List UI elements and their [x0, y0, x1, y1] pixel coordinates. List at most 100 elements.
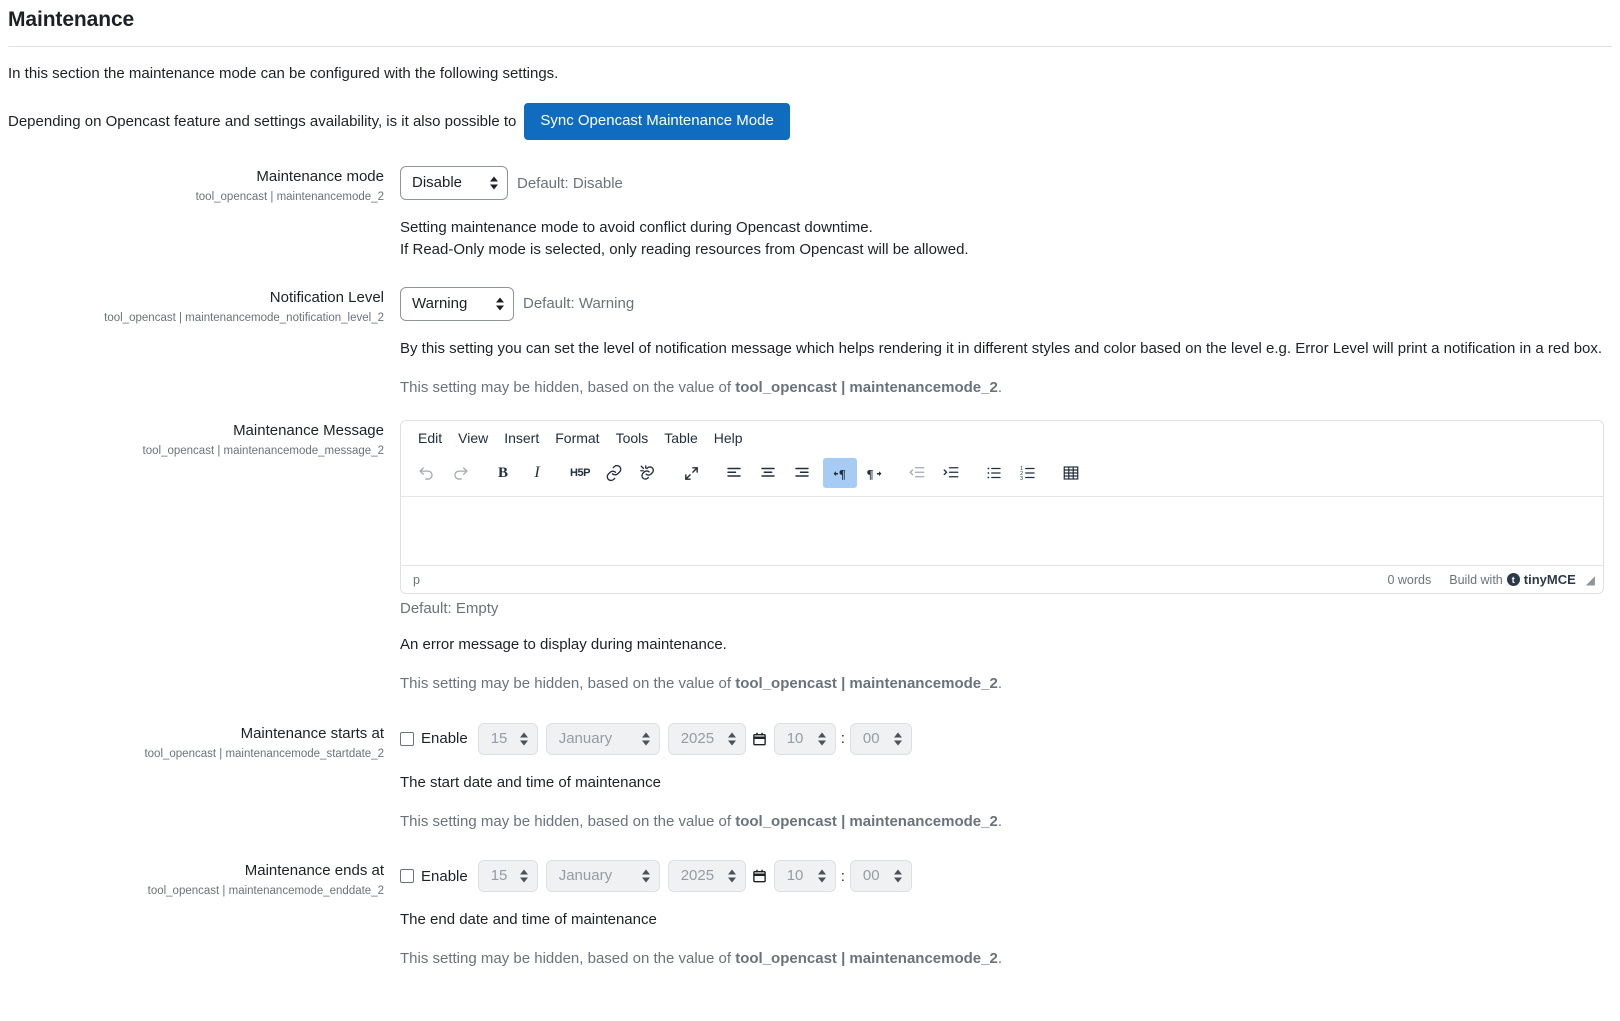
tinymce-content-area[interactable]: [401, 497, 1603, 566]
setting-label: Maintenance starts at: [240, 724, 384, 742]
redo-icon[interactable]: [443, 458, 477, 488]
page-title: Maintenance: [8, 8, 135, 31]
notification-level-select[interactable]: Warning: [400, 286, 514, 321]
end-hour-select-wrap: 10: [773, 860, 836, 893]
tinymce-logo-icon: t: [1506, 573, 1520, 587]
unlink-icon[interactable]: [631, 458, 665, 488]
setting-body: Enable 15 January 2025: [400, 860, 1612, 970]
h5p-icon[interactable]: H5P: [563, 458, 597, 488]
end-enable-checkbox-wrap[interactable]: Enable: [400, 868, 468, 885]
bold-glyph: B: [497, 464, 508, 481]
svg-text:¶: ¶: [838, 467, 845, 481]
maintenance-mode-select[interactable]: Disable: [400, 166, 508, 201]
calendar-icon[interactable]: [752, 868, 767, 884]
end-minute-select[interactable]: 00: [849, 860, 912, 893]
setting-label: Maintenance mode: [256, 168, 384, 186]
hidden-note-prefix: This setting may be hidden, based on the…: [400, 950, 736, 967]
title-divider: [8, 46, 1612, 47]
word-count: 0 words: [1387, 572, 1432, 587]
tinymce-menubar: Edit View Insert Format Tools Table Help: [401, 421, 1603, 455]
maintenance-settings-page: Maintenance In this section the maintena…: [0, 8, 1620, 970]
start-enable-checkbox[interactable]: [400, 731, 414, 746]
sync-opencast-maintenance-mode-button[interactable]: Sync Opencast Maintenance Mode: [524, 102, 790, 141]
italic-icon[interactable]: I: [520, 458, 554, 488]
menu-view[interactable]: View: [451, 426, 495, 450]
hidden-note-key: tool_opencast | maintenancemode_2: [735, 812, 998, 830]
table-icon[interactable]: [1054, 458, 1088, 488]
start-day-select[interactable]: 15: [477, 722, 538, 755]
start-year-select[interactable]: 2025: [667, 722, 746, 755]
setting-key: tool_opencast | maintenancemode_message_…: [142, 445, 384, 457]
menu-help[interactable]: Help: [707, 426, 750, 450]
start-enable-label: Enable: [421, 730, 468, 748]
control-line: Disable Default: Disable: [400, 166, 1604, 201]
setting-body: Edit View Insert Format Tools Table Help: [400, 420, 1612, 695]
time-separator: :: [840, 867, 845, 885]
intro-text: In this section the maintenance mode can…: [8, 65, 559, 82]
maintenance-mode-description: Setting maintenance mode to avoid confli…: [400, 217, 1604, 261]
bold-icon[interactable]: B: [486, 458, 520, 488]
indent-icon[interactable]: [934, 458, 968, 488]
undo-icon[interactable]: [409, 458, 443, 488]
setting-notification-level: Notification Level tool_opencast | maint…: [8, 286, 1612, 399]
control-line: Warning Default: Warning: [400, 286, 1604, 321]
hidden-note-suffix: .: [997, 950, 1002, 967]
setting-label: Maintenance ends at: [244, 862, 384, 880]
end-description: The end date and time of maintenance: [400, 911, 657, 929]
outdent-icon[interactable]: [900, 458, 934, 488]
end-year-select[interactable]: 2025: [667, 860, 746, 893]
element-path[interactable]: p: [413, 573, 1387, 587]
notification-level-select-wrap: Warning: [400, 286, 514, 321]
align-right-icon[interactable]: [785, 458, 819, 488]
start-datetime-row: Enable 15 January 2025 10: 00: [400, 722, 1604, 755]
svg-text:3: 3: [1020, 476, 1023, 482]
setting-label-col: Maintenance mode tool_opencast | mainten…: [8, 166, 400, 261]
end-day-select-wrap: 15: [477, 860, 538, 893]
start-enable-checkbox-wrap[interactable]: Enable: [400, 730, 468, 747]
align-center-icon[interactable]: [751, 458, 785, 488]
ltr-icon[interactable]: ¶: [823, 458, 857, 489]
setting-body: Disable Default: Disable Setting mainten…: [400, 166, 1612, 261]
end-hour-select[interactable]: 10: [773, 860, 836, 893]
hidden-note-suffix: .: [997, 812, 1002, 830]
numbered-list-icon[interactable]: 123: [1011, 458, 1045, 488]
menu-insert[interactable]: Insert: [497, 426, 546, 450]
menu-format[interactable]: Format: [548, 426, 606, 450]
setting-key: tool_opencast | maintenancemode_startdat…: [144, 747, 384, 760]
sync-prefix-text: Depending on Opencast feature and settin…: [8, 113, 517, 130]
tinymce-brand[interactable]: Build with t tinyMCE: [1449, 572, 1576, 587]
tinymce-toolbar: B I H5P ¶ ¶ 1 2 3: [401, 455, 1603, 498]
fullscreen-icon[interactable]: [674, 458, 708, 488]
hidden-note-key: tool_opencast | maintenancemode_2: [735, 378, 998, 396]
setting-key: tool_opencast | maintenancemode_enddate_…: [147, 885, 384, 897]
setting-maintenance-starts-at: Maintenance starts at tool_opencast | ma…: [8, 722, 1612, 833]
description-line-1: Setting maintenance mode to avoid confli…: [400, 219, 873, 237]
rtl-icon[interactable]: ¶: [857, 458, 891, 488]
align-left-icon[interactable]: [717, 458, 751, 488]
end-day-select[interactable]: 15: [477, 860, 538, 893]
end-enable-checkbox[interactable]: [400, 869, 414, 884]
start-month-select[interactable]: January: [545, 722, 660, 755]
bullet-list-icon[interactable]: [977, 458, 1011, 488]
svg-text:¶: ¶: [866, 467, 873, 481]
start-month-select-wrap: January: [545, 722, 660, 755]
start-hour-select[interactable]: 10: [773, 722, 836, 755]
menu-tools[interactable]: Tools: [609, 426, 656, 450]
start-minute-select[interactable]: 00: [849, 722, 912, 755]
setting-maintenance-mode: Maintenance mode tool_opencast | mainten…: [8, 166, 1612, 261]
end-datetime-row: Enable 15 January 2025 10: 00: [400, 860, 1604, 893]
end-month-select-wrap: January: [545, 860, 660, 893]
resize-handle-icon[interactable]: ◢: [1586, 573, 1595, 587]
notification-level-description: By this setting you can set the level of…: [400, 339, 1603, 357]
link-icon[interactable]: [597, 458, 631, 488]
hidden-note-prefix: This setting may be hidden, based on the…: [400, 812, 736, 830]
calendar-icon[interactable]: [752, 731, 767, 747]
end-year-select-wrap: 2025: [667, 860, 746, 893]
notification-level-hidden-note: This setting may be hidden, based on the…: [400, 377, 1604, 399]
end-month-select[interactable]: January: [545, 860, 660, 893]
start-minute-select-wrap: 00: [849, 722, 912, 755]
hidden-note-key: tool_opencast | maintenancemode_2: [735, 675, 998, 692]
setting-label-col: Maintenance starts at tool_opencast | ma…: [8, 723, 400, 833]
menu-edit[interactable]: Edit: [411, 426, 449, 450]
menu-table[interactable]: Table: [657, 426, 704, 450]
